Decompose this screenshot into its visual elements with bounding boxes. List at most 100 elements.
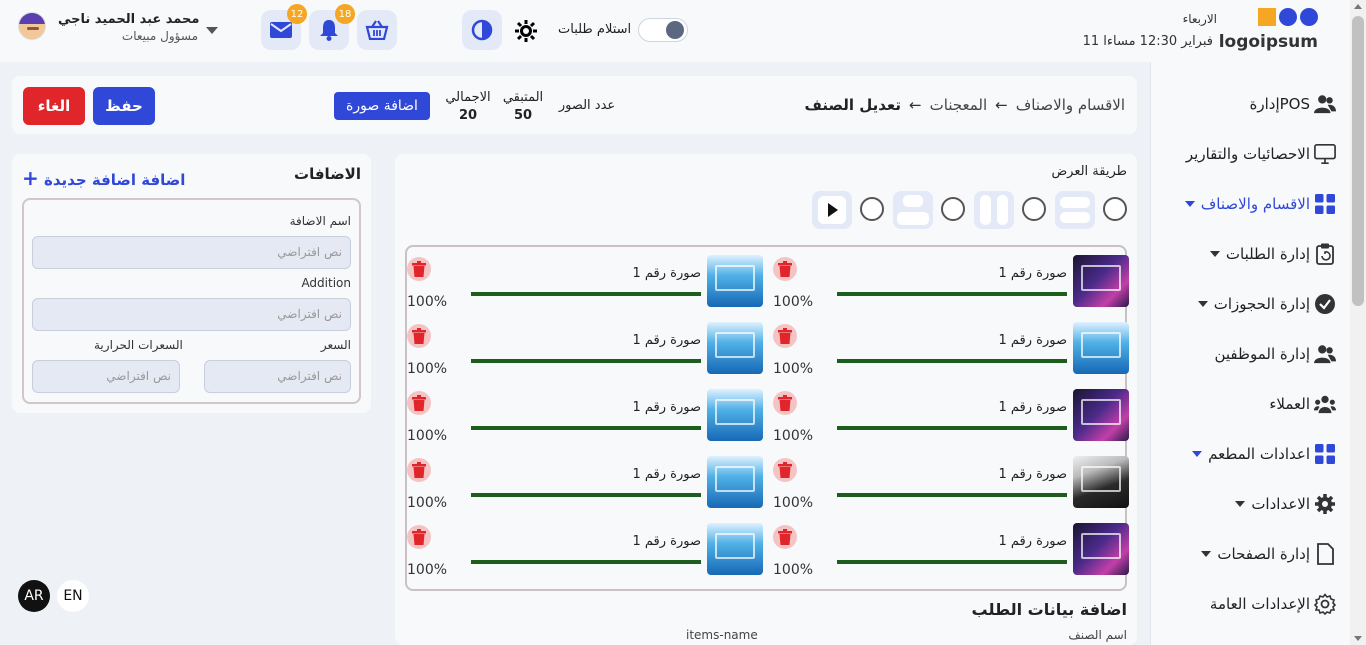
- bell-icon: [320, 20, 338, 41]
- image-thumbnail[interactable]: [707, 389, 763, 441]
- current-date: 11 فبراير 12:30 مساءا: [1082, 34, 1213, 49]
- view-mode-cards-icon: [893, 191, 933, 229]
- addition-name-input[interactable]: نص افتراضي: [32, 236, 351, 269]
- notifications-button[interactable]: 18: [309, 4, 355, 50]
- current-day: الاربعاء: [1182, 12, 1217, 26]
- view-mode-radio[interactable]: [941, 197, 965, 221]
- contrast-icon: [471, 19, 493, 41]
- plus-icon: +: [22, 166, 39, 190]
- cancel-button[interactable]: الغاء: [23, 87, 85, 125]
- sidebar-item-label: الاحصائيات والتقارير: [1185, 145, 1310, 163]
- addition-en-input[interactable]: نص افتراضي: [32, 298, 351, 331]
- sidebar: إدارةPOS الاحصائيات والتقارير الاقسام وا…: [1150, 62, 1350, 645]
- image-label: صورة رقم 1: [632, 400, 701, 415]
- image-item: صورة رقم 1 100%: [773, 456, 1129, 511]
- chevron-down-icon[interactable]: [206, 27, 218, 34]
- lang-ar-button[interactable]: AR: [18, 580, 50, 612]
- price-input[interactable]: نص افتراضي: [204, 360, 351, 393]
- scrollbar-thumb[interactable]: [1352, 16, 1364, 306]
- sidebar-item-employees[interactable]: إدارة الموظفين: [1214, 340, 1336, 368]
- image-thumbnail[interactable]: [1073, 523, 1129, 575]
- add-new-addition-button[interactable]: + اضافة اضافة جديدة: [22, 166, 185, 190]
- image-thumbnail[interactable]: [707, 322, 763, 374]
- upload-progress-fill: [471, 493, 701, 497]
- sidebar-item-categories[interactable]: الاقسام والاصناف: [1184, 190, 1336, 218]
- upload-percent: 100%: [407, 428, 448, 444]
- image-item: صورة رقم 1 100%: [407, 456, 763, 511]
- sidebar-item-label: اعدادات المطعم: [1208, 445, 1310, 463]
- delete-image-button[interactable]: [773, 458, 797, 482]
- sidebar-item-pos[interactable]: إدارةPOS: [1250, 90, 1336, 118]
- messages-button[interactable]: 12: [261, 4, 307, 50]
- image-label: صورة رقم 1: [998, 400, 1067, 415]
- image-thumbnail[interactable]: [1073, 389, 1129, 441]
- add-image-button[interactable]: اضافة صورة: [334, 92, 430, 120]
- delete-image-button[interactable]: [773, 391, 797, 415]
- calories-input[interactable]: نص افتراضي: [32, 360, 180, 393]
- sidebar-item-settings[interactable]: الاعدادات: [1235, 490, 1336, 518]
- image-thumbnail[interactable]: [1073, 255, 1129, 307]
- upload-percent: 100%: [773, 361, 814, 377]
- image-thumbnail[interactable]: [707, 456, 763, 508]
- scroll-down-icon[interactable]: [1354, 636, 1362, 641]
- cart-button[interactable]: [357, 10, 397, 50]
- view-mode-radio[interactable]: [860, 197, 884, 221]
- delete-image-button[interactable]: [407, 458, 431, 482]
- image-item: صورة رقم 1 100%: [773, 255, 1129, 310]
- delete-image-button[interactable]: [407, 257, 431, 281]
- upload-progress: [837, 493, 1067, 497]
- upload-progress-fill: [837, 292, 1067, 296]
- image-thumbnail[interactable]: [1073, 322, 1129, 374]
- image-thumbnail[interactable]: [707, 523, 763, 575]
- upload-progress: [837, 560, 1067, 564]
- scrollbar[interactable]: [1350, 0, 1366, 645]
- sidebar-item-restaurant-settings[interactable]: اعدادات المطعم: [1192, 440, 1336, 468]
- sidebar-item-general-settings[interactable]: الإعدادات العامة: [1210, 590, 1336, 618]
- sidebar-item-customers[interactable]: العملاء: [1269, 390, 1336, 418]
- image-thumbnail[interactable]: [1073, 456, 1129, 508]
- trash-icon: [778, 462, 792, 478]
- sidebar-item-label: إدارة الحجوزات: [1213, 295, 1310, 313]
- avatar[interactable]: [18, 12, 46, 40]
- breadcrumb-link[interactable]: المعجنات: [930, 96, 988, 114]
- remaining-value: 50: [513, 108, 533, 123]
- upload-progress: [471, 426, 701, 430]
- view-mode-radio[interactable]: [1103, 197, 1127, 221]
- logo-text: logoipsum: [1218, 32, 1318, 52]
- upload-percent: 100%: [407, 495, 448, 511]
- image-item: صورة رقم 1 100%: [407, 389, 763, 444]
- trash-icon: [778, 328, 792, 344]
- sidebar-item-orders[interactable]: إدارة الطلبات: [1209, 240, 1336, 268]
- alerts-badge: 18: [335, 4, 355, 24]
- lang-en-button[interactable]: EN: [57, 580, 89, 612]
- sidebar-item-stats[interactable]: الاحصائيات والتقارير: [1186, 140, 1336, 168]
- scroll-up-icon[interactable]: [1354, 4, 1362, 9]
- caret-down-icon: [1201, 551, 1212, 557]
- delete-image-button[interactable]: [407, 525, 431, 549]
- delete-image-button[interactable]: [773, 525, 797, 549]
- caret-down-icon: [1184, 201, 1195, 207]
- total-label: الاجمالي: [445, 90, 491, 105]
- breadcrumb-link[interactable]: الاقسام والاصناف: [1016, 96, 1125, 114]
- mail-icon: [270, 22, 292, 38]
- image-thumbnail[interactable]: [707, 255, 763, 307]
- delete-image-button[interactable]: [773, 257, 797, 281]
- upload-percent: 100%: [773, 294, 814, 310]
- contrast-button[interactable]: [462, 10, 502, 50]
- receive-orders-toggle[interactable]: [638, 18, 688, 42]
- calories-label: السعرات الحرارية: [94, 338, 183, 352]
- theme-toggle-button[interactable]: [514, 19, 538, 47]
- user-menu[interactable]: محمد عبد الحميد ناجي مسؤول مبيعات: [18, 12, 199, 43]
- view-mode-radio[interactable]: [1022, 197, 1046, 221]
- delete-image-button[interactable]: [407, 324, 431, 348]
- upload-percent: 100%: [773, 495, 814, 511]
- image-item: صورة رقم 1 100%: [407, 523, 763, 578]
- clipboard-icon: [1314, 243, 1336, 265]
- save-button[interactable]: حفظ: [93, 87, 155, 125]
- image-label: صورة رقم 1: [632, 333, 701, 348]
- delete-image-button[interactable]: [407, 391, 431, 415]
- delete-image-button[interactable]: [773, 324, 797, 348]
- caret-down-icon: [1197, 301, 1208, 307]
- sidebar-item-reservations[interactable]: إدارة الحجوزات: [1197, 290, 1336, 318]
- sidebar-item-pages[interactable]: إدارة الصفحات: [1201, 540, 1336, 568]
